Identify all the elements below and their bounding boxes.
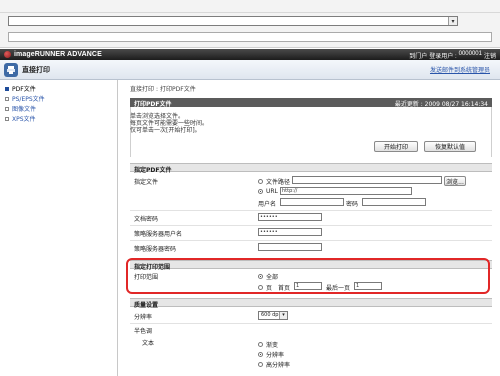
policy-password-field[interactable]	[258, 243, 322, 251]
last-page-label: 最后一页	[326, 285, 351, 292]
resolution-label: 分辨率	[134, 314, 153, 321]
text-label: 文本	[142, 340, 155, 347]
divider	[130, 225, 492, 226]
user-area: 到门户 登录用户 : 0000001 注销	[409, 51, 496, 60]
breadcrumb: 直接打印: 打印PDF文件	[130, 84, 196, 93]
doc-password-field[interactable]: ••••••	[258, 213, 322, 221]
radio-icon	[258, 285, 263, 290]
file-path-radio-label: 文件路径	[266, 179, 291, 186]
text-high-resolution-radio[interactable]: 高分辨率	[258, 360, 290, 369]
main-content: 直接打印: 打印PDF文件 打印PDF文件 最近更新 : 2009 08/27 1…	[118, 80, 500, 376]
resolution-select[interactable]: 600 dpi ▾	[258, 311, 288, 320]
sidebar-item-label: PS/EPS文件	[12, 96, 45, 103]
admin-email-link[interactable]: 发送邮件到系统管理员	[430, 65, 490, 74]
specify-file-label: 指定文件	[134, 179, 159, 186]
page-header: 直接打印 发送邮件到系统管理员	[0, 60, 500, 80]
range-section-title: 指定打印范围	[130, 260, 492, 271]
address-bar[interactable]	[8, 32, 492, 42]
breadcrumb-current: 打印PDF文件	[160, 86, 196, 93]
range-all-label: 全部	[266, 274, 279, 281]
radio-icon	[258, 352, 263, 357]
start-print-button[interactable]: 开始打印	[374, 141, 418, 152]
sidebar-item-xps[interactable]: XPS文件	[5, 114, 36, 123]
text-option-label: 渐变	[266, 342, 279, 349]
bullet-icon	[5, 86, 9, 91]
text-option-label: 分辨率	[266, 352, 285, 359]
username-field[interactable]	[280, 198, 344, 206]
resolution-value: 600 dpi	[261, 312, 280, 318]
last-page-field[interactable]: 1	[354, 282, 382, 290]
range-pages-label: 页	[266, 285, 273, 292]
file-path-radio[interactable]: 文件路径	[258, 177, 290, 186]
text-gradation-radio[interactable]: 渐变	[258, 340, 278, 349]
page-title: 直接打印	[22, 66, 50, 74]
bullet-icon	[5, 116, 9, 121]
url-radio[interactable]: URL	[258, 188, 278, 195]
divider	[0, 12, 500, 13]
first-page-field[interactable]: 1	[294, 282, 322, 290]
browser-toolbar: ▾	[0, 0, 500, 48]
password-field[interactable]	[362, 198, 426, 206]
halftone-label: 半色调	[134, 328, 153, 335]
radio-icon	[258, 179, 263, 184]
username-label: 用户名	[258, 201, 277, 208]
info-line: 单击浏览选择文件。	[130, 113, 185, 120]
portal-link[interactable]: 到门户	[409, 51, 427, 60]
sidebar-item-image[interactable]: 图像文件	[5, 104, 36, 113]
range-section-title-text: 指定打印范围	[134, 264, 171, 271]
sidebar-item-label: 图像文件	[12, 106, 37, 113]
radio-icon	[258, 342, 263, 347]
print-range-label: 打印范围	[134, 274, 159, 281]
first-page-label: 首页	[278, 285, 291, 292]
chevron-down-icon[interactable]: ▾	[448, 17, 457, 25]
user-id: 0000001	[458, 51, 482, 57]
panel-header: 打印PDF文件 最近更新 : 2009 08/27 16:14:34	[130, 98, 492, 108]
radio-icon	[258, 274, 263, 279]
bullet-icon	[5, 96, 9, 101]
policy-password-label: 策略服务器密码	[134, 246, 177, 253]
product-name: imageRUNNER ADVANCE	[14, 51, 102, 58]
breadcrumb-separator: :	[156, 86, 159, 93]
bullet-icon	[5, 106, 9, 111]
policy-user-label: 策略服务器用户名	[134, 231, 183, 238]
sidebar-item-pdf[interactable]: PDF文件	[5, 84, 36, 93]
product-bar: imageRUNNER ADVANCE 到门户 登录用户 : 0000001 注…	[0, 49, 500, 60]
chevron-down-icon: ▾	[279, 312, 287, 319]
info-line: 每页文件可能需要一些时间。	[130, 120, 209, 127]
quality-section-title-text: 质量设置	[134, 302, 159, 309]
file-path-field[interactable]	[292, 176, 442, 184]
file-section-title-text: 指定PDF文件	[134, 167, 172, 174]
logout-link[interactable]: 注销	[484, 51, 496, 60]
divider	[130, 240, 492, 241]
quality-section-title: 质量设置	[130, 298, 492, 309]
sidebar: PDF文件 PS/EPS文件 图像文件 XPS文件	[0, 80, 118, 376]
sidebar-item-ps-eps[interactable]: PS/EPS文件	[5, 94, 45, 103]
sidebar-item-label: PDF文件	[12, 86, 36, 93]
policy-user-field[interactable]: ••••••	[258, 228, 322, 236]
info-text: 单击浏览选择文件。 每页文件可能需要一些时间。 仅可单击一次[开始打印]。	[130, 113, 208, 134]
url-field[interactable]: http://	[280, 187, 412, 195]
navigation-combo[interactable]: ▾	[8, 16, 458, 26]
breadcrumb-root[interactable]: 直接打印	[130, 86, 154, 93]
printer-icon	[4, 63, 18, 77]
restore-defaults-button[interactable]: 恢复默认值	[424, 141, 476, 152]
text-resolution-radio[interactable]: 分辨率	[258, 350, 284, 359]
radio-icon	[258, 189, 263, 194]
sidebar-item-label: XPS文件	[12, 116, 36, 123]
login-label: 登录用户 :	[429, 54, 457, 60]
range-all-radio[interactable]: 全部	[258, 272, 278, 281]
password-label: 密码	[346, 201, 359, 208]
browse-button[interactable]: 浏览...	[444, 176, 466, 186]
url-radio-label: URL	[266, 188, 278, 195]
info-line: 仅可单击一次[开始打印]。	[130, 127, 201, 134]
text-option-label: 高分辨率	[266, 362, 291, 369]
divider	[130, 210, 492, 211]
radio-icon	[258, 362, 263, 367]
canon-logo-icon	[4, 51, 11, 58]
doc-password-label: 文档密码	[134, 216, 159, 223]
divider	[130, 323, 492, 324]
range-pages-radio[interactable]: 页	[258, 283, 272, 292]
file-section-title: 指定PDF文件	[130, 163, 492, 174]
